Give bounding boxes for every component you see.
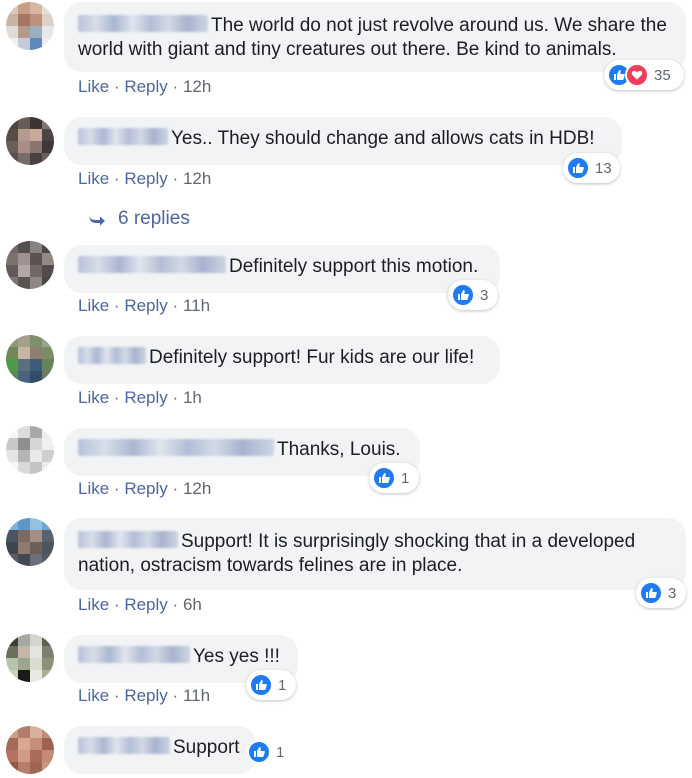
timestamp[interactable]: 12h (183, 479, 211, 498)
redacted-author-name[interactable] (78, 531, 178, 548)
reply-button[interactable]: Reply (124, 169, 167, 188)
separator: · (113, 686, 120, 705)
avatar[interactable] (6, 117, 54, 165)
redacted-author-name[interactable] (78, 737, 170, 754)
avatar[interactable] (6, 426, 54, 474)
separator: · (172, 479, 179, 498)
comment-actions: Like · Reply · 11h (78, 686, 210, 706)
like-icon (249, 673, 273, 697)
avatar[interactable] (6, 241, 54, 289)
like-icon (639, 581, 663, 605)
comment-bubble: Yes.. They should change and allows cats… (64, 117, 622, 165)
comment-actions: Like · Reply · 6h (78, 595, 202, 615)
like-button[interactable]: Like (78, 296, 109, 315)
separator: · (172, 388, 179, 407)
separator: · (113, 169, 120, 188)
reaction-summary[interactable]: 3 (636, 578, 686, 608)
avatar[interactable] (6, 2, 54, 50)
reaction-count: 1 (278, 676, 287, 694)
comment-bubble: Support (64, 726, 256, 774)
reply-arrow-icon (89, 214, 105, 226)
like-button[interactable]: Like (78, 479, 109, 498)
like-icon (247, 740, 271, 764)
comment-text: Yes yes !!! (193, 646, 280, 667)
reaction-summary[interactable]: 35 (604, 60, 684, 90)
redacted-author-name[interactable] (78, 439, 274, 456)
view-replies-link[interactable]: 6 replies (86, 208, 190, 230)
like-button[interactable]: Like (78, 686, 109, 705)
comment-bubble: Thanks, Louis. (64, 428, 420, 476)
separator: · (172, 77, 179, 96)
reply-button[interactable]: Reply (124, 479, 167, 498)
like-button[interactable]: Like (78, 595, 109, 614)
comment-bubble: The world do not just revolve around us.… (64, 2, 686, 72)
comment-text: Definitely support this motion. (229, 256, 479, 277)
reaction-summary[interactable]: 13 (563, 153, 620, 183)
separator: · (113, 77, 120, 96)
separator: · (113, 296, 120, 315)
like-button[interactable]: Like (78, 388, 109, 407)
comment-text: Definitely support! Fur kids are our lif… (149, 347, 475, 368)
comment-text: Yes.. They should change and allows cats… (171, 128, 595, 149)
separator: · (113, 388, 120, 407)
timestamp[interactable]: 1h (183, 388, 202, 407)
reaction-count: 1 (401, 469, 410, 487)
like-button[interactable]: Like (78, 77, 109, 96)
timestamp[interactable]: 12h (183, 77, 211, 96)
comment-bubble: Definitely support! Fur kids are our lif… (64, 336, 500, 384)
comment-bubble: Definitely support this motion. (64, 245, 500, 293)
reply-button[interactable]: Reply (124, 388, 167, 407)
like-icon (566, 156, 590, 180)
redacted-author-name[interactable] (78, 15, 208, 32)
comment-actions: Like · Reply · 1h (78, 388, 202, 408)
comment-bubble: Support! It is surprisingly shocking tha… (64, 518, 686, 590)
reaction-summary[interactable]: 3 (448, 280, 498, 310)
reply-button[interactable]: Reply (124, 296, 167, 315)
comment-text: Support (173, 737, 240, 758)
separator: · (113, 595, 120, 614)
reaction-count: 3 (668, 584, 677, 602)
redacted-author-name[interactable] (78, 347, 146, 364)
separator: · (113, 479, 120, 498)
separator: · (172, 169, 179, 188)
avatar[interactable] (6, 634, 54, 682)
reaction-count: 35 (654, 66, 671, 84)
comment-text: Thanks, Louis. (277, 439, 401, 460)
reaction-summary[interactable]: 1 (369, 463, 419, 493)
timestamp[interactable]: 6h (183, 595, 202, 614)
like-icon (451, 283, 475, 307)
reply-button[interactable]: Reply (124, 77, 167, 96)
separator: · (172, 686, 179, 705)
comment-actions: Like · Reply · 12h (78, 169, 211, 189)
reaction-summary[interactable]: 1 (246, 670, 296, 700)
redacted-author-name[interactable] (78, 256, 226, 273)
reaction-count: 3 (480, 286, 489, 304)
avatar[interactable] (6, 726, 54, 774)
replies-count-label: 6 replies (118, 208, 190, 229)
love-icon (625, 63, 649, 87)
separator: · (172, 595, 179, 614)
comment-actions: Like · Reply · 12h (78, 479, 211, 499)
timestamp[interactable]: 11h (183, 296, 210, 315)
reaction-count: 1 (276, 743, 285, 761)
timestamp[interactable]: 12h (183, 169, 211, 188)
reaction-count: 13 (595, 159, 612, 177)
like-icon (372, 466, 396, 490)
avatar[interactable] (6, 335, 54, 383)
comment-actions: Like · Reply · 12h (78, 77, 211, 97)
redacted-author-name[interactable] (78, 128, 168, 145)
timestamp[interactable]: 11h (183, 686, 210, 705)
redacted-author-name[interactable] (78, 646, 190, 663)
reply-button[interactable]: Reply (124, 595, 167, 614)
reaction-summary[interactable]: 1 (244, 737, 294, 767)
separator: · (172, 296, 179, 315)
avatar[interactable] (6, 518, 54, 566)
reply-button[interactable]: Reply (124, 686, 167, 705)
like-button[interactable]: Like (78, 169, 109, 188)
comment-actions: Like · Reply · 11h (78, 296, 210, 316)
